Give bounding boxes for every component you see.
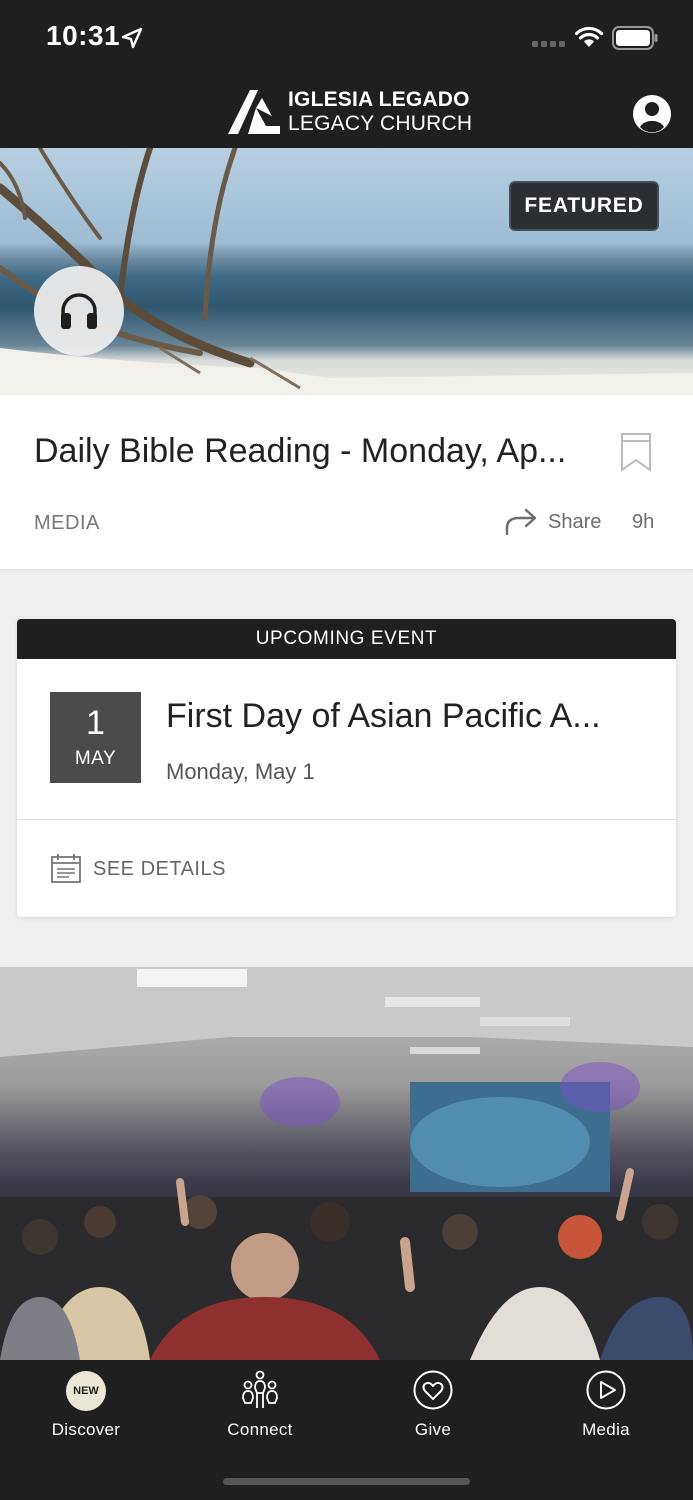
- share-arrow-icon[interactable]: [504, 508, 538, 536]
- event-card-header: UPCOMING EVENT: [17, 619, 676, 659]
- headphones-icon: [61, 293, 97, 329]
- featured-time-ago: 9h: [632, 511, 655, 533]
- home-indicator[interactable]: [223, 1478, 470, 1485]
- logo-mark-icon: [228, 90, 280, 134]
- audio-badge: [34, 266, 124, 356]
- tab-connect[interactable]: Connect: [200, 1370, 320, 1450]
- event-day: 1: [86, 704, 105, 742]
- bottom-tab-bar: NEW Discover Connect Give Media: [0, 1360, 693, 1500]
- people-connect-icon: [242, 1370, 278, 1408]
- calendar-icon: [51, 854, 81, 883]
- tab-label: Connect: [227, 1420, 293, 1439]
- featured-title[interactable]: Daily Bible Reading - Monday, Ap...: [34, 432, 594, 471]
- see-details-button[interactable]: SEE DETAILS: [93, 858, 226, 881]
- tab-give[interactable]: Give: [373, 1370, 493, 1450]
- church-logo[interactable]: IGLESIA LEGADO LEGACY CHURCH: [226, 86, 476, 138]
- event-date-block: 1 MAY: [50, 692, 141, 783]
- tab-discover[interactable]: NEW Discover: [26, 1370, 146, 1450]
- location-arrow-icon: [121, 27, 143, 49]
- tab-label: Discover: [51, 1420, 121, 1439]
- profile-icon[interactable]: [632, 94, 672, 134]
- worship-photo-card[interactable]: [0, 967, 693, 1360]
- featured-badge: FEATURED: [509, 181, 659, 231]
- status-time: 10:31: [46, 20, 121, 51]
- bookmark-icon[interactable]: [620, 432, 652, 472]
- featured-image: FEATURED: [0, 148, 693, 395]
- new-badge-icon: NEW: [66, 1371, 106, 1411]
- event-month: MAY: [74, 748, 117, 769]
- share-button[interactable]: Share: [548, 511, 601, 534]
- play-circle-icon: [586, 1370, 626, 1410]
- event-date-text: Monday, May 1: [166, 759, 315, 784]
- upcoming-event-card[interactable]: UPCOMING EVENT 1 MAY First Day of Asian …: [17, 619, 676, 917]
- cellular-signal-icon: [532, 41, 565, 47]
- logo-text-primary: IGLESIA LEGADO: [288, 88, 470, 111]
- event-title[interactable]: First Day of Asian Pacific A...: [166, 697, 626, 736]
- heart-circle-icon: [413, 1370, 453, 1410]
- tab-media[interactable]: Media: [546, 1370, 666, 1450]
- wifi-icon: [574, 26, 604, 47]
- logo-text-secondary: LEGACY CHURCH: [288, 112, 473, 135]
- featured-category: MEDIA: [34, 512, 100, 534]
- worship-photo: [0, 967, 693, 1360]
- featured-card[interactable]: FEATURED Daily Bible Reading - Monday, A…: [0, 148, 693, 569]
- tab-label: Media: [582, 1420, 630, 1439]
- tab-label: Give: [414, 1420, 452, 1439]
- status-bar: 10:31: [0, 0, 693, 76]
- divider: [17, 819, 676, 820]
- battery-icon: [612, 26, 658, 50]
- app-header: IGLESIA LEGADO LEGACY CHURCH: [0, 76, 693, 148]
